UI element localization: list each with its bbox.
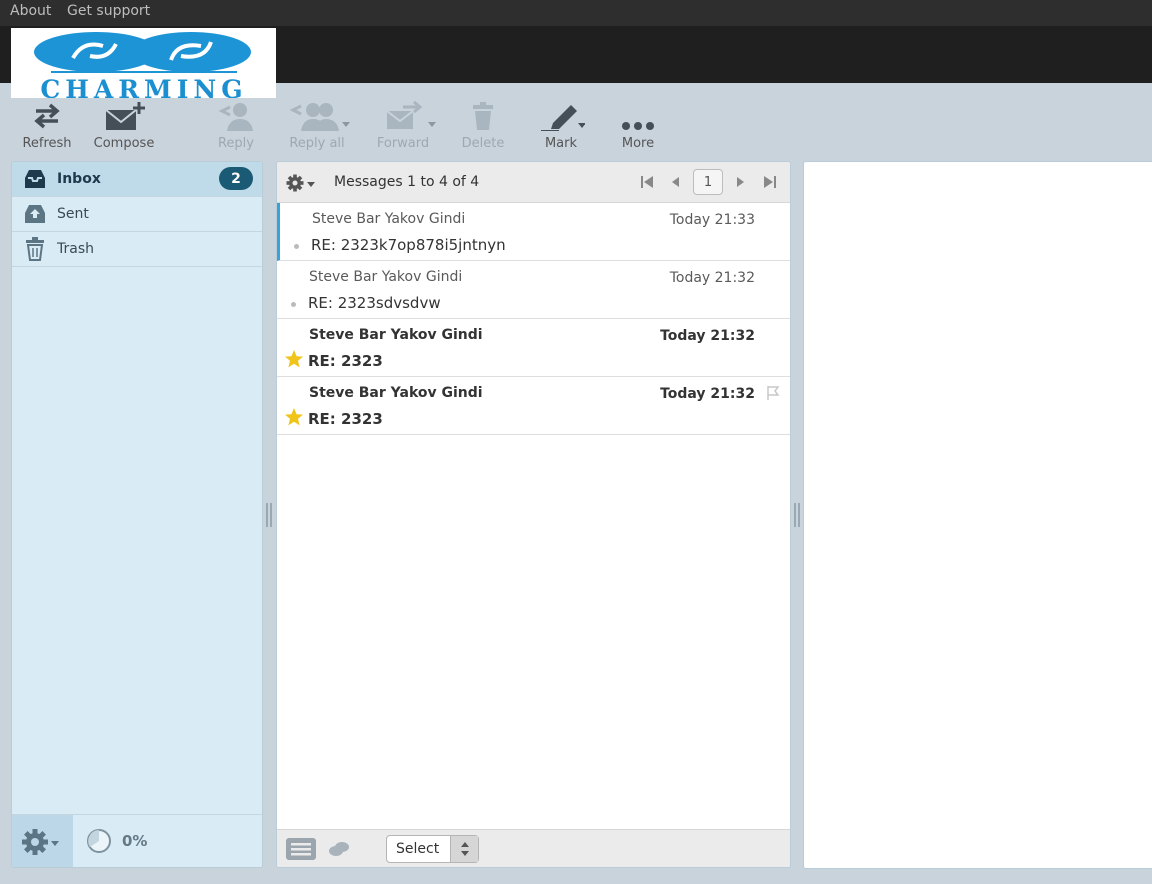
- inbox-icon: [25, 170, 45, 188]
- folder-trash[interactable]: Trash: [12, 232, 262, 267]
- last-page-icon[interactable]: [764, 176, 776, 188]
- message-date: Today 21:33: [669, 212, 755, 228]
- select-dropdown[interactable]: Select: [386, 835, 479, 863]
- about-link[interactable]: About: [10, 3, 51, 19]
- folder-list-panel: Inbox 2 Sent Trash 0%: [11, 161, 263, 868]
- unread-count-badge: 2: [219, 167, 253, 190]
- message-subject: RE: 2323: [308, 410, 383, 428]
- threads-view-icon[interactable]: [329, 840, 351, 858]
- refresh-button[interactable]: Refresh: [17, 100, 77, 151]
- message-sender: Steve Bar Yakov Gindi: [312, 211, 466, 227]
- forward-dropdown-icon[interactable]: [428, 122, 436, 127]
- reply-label: Reply: [217, 136, 254, 151]
- compose-button[interactable]: Compose: [92, 100, 156, 151]
- delete-button[interactable]: Delete: [458, 100, 508, 151]
- folder-settings-button[interactable]: [12, 815, 73, 867]
- message-sender: Steve Bar Yakov Gindi: [309, 327, 483, 343]
- next-page-icon[interactable]: [736, 176, 746, 188]
- folder-inbox[interactable]: Inbox 2: [12, 162, 262, 197]
- forward-label: Forward: [376, 136, 430, 151]
- folder-label: Trash: [57, 241, 94, 257]
- mark-button[interactable]: Mark: [533, 100, 589, 151]
- mark-label: Mark: [544, 136, 578, 151]
- list-view-icon[interactable]: [286, 838, 316, 860]
- message-list-header: Messages 1 to 4 of 4 1: [277, 162, 790, 203]
- quota-pie-icon: [87, 829, 111, 853]
- star-icon[interactable]: [285, 350, 303, 368]
- first-page-icon[interactable]: [641, 176, 653, 188]
- top-links-bar: About Get support: [0, 0, 1152, 26]
- more-icon: [622, 122, 654, 130]
- forward-icon: [386, 101, 423, 129]
- message-date: Today 21:32: [660, 328, 755, 344]
- logo[interactable]: CHARMING: [11, 28, 276, 98]
- flag-icon[interactable]: [766, 385, 782, 401]
- message-sender: Steve Bar Yakov Gindi: [309, 385, 483, 401]
- reply-all-label: Reply all: [289, 136, 345, 151]
- compose-icon: [105, 102, 145, 130]
- star-icon[interactable]: [285, 408, 303, 426]
- trash-icon: [26, 237, 44, 261]
- delete-label: Delete: [461, 136, 505, 151]
- message-row[interactable]: Steve Bar Yakov Gindi Today 21:32 RE: 23…: [277, 377, 790, 435]
- current-page-input[interactable]: 1: [693, 169, 723, 195]
- message-count-text: Messages 1 to 4 of 4: [334, 174, 480, 190]
- select-label: Select: [396, 841, 440, 857]
- reply-all-dropdown-icon[interactable]: [342, 122, 350, 127]
- list-options-gear-icon[interactable]: [286, 173, 318, 193]
- message-subject: RE: 2323k7op878i5jntnyn: [311, 236, 506, 254]
- previous-page-icon[interactable]: [670, 176, 680, 188]
- message-sender: Steve Bar Yakov Gindi: [309, 269, 463, 285]
- quota-value: 0%: [122, 832, 148, 850]
- select-arrows-icon: [450, 836, 478, 862]
- message-subject: RE: 2323: [308, 352, 383, 370]
- message-list-footer: Select: [277, 829, 790, 867]
- folder-sent[interactable]: Sent: [12, 197, 262, 232]
- message-date: Today 21:32: [660, 386, 755, 402]
- forward-button[interactable]: Forward: [372, 100, 436, 151]
- folder-label: Sent: [57, 206, 89, 222]
- folder-splitter-handle[interactable]: [266, 503, 272, 527]
- reply-all-icon: [289, 103, 339, 131]
- status-dot-icon[interactable]: [294, 244, 299, 249]
- folder-footer: 0%: [12, 814, 262, 867]
- reply-icon: [218, 103, 253, 131]
- reply-all-button[interactable]: Reply all: [278, 100, 356, 151]
- logo-text: CHARMING: [40, 75, 248, 98]
- message-list-panel: Messages 1 to 4 of 4 1 Steve Bar Yakov G…: [276, 161, 791, 868]
- message-row[interactable]: Steve Bar Yakov Gindi Today 21:32 RE: 23…: [277, 319, 790, 377]
- quota-display: 0%: [86, 828, 147, 854]
- reply-button[interactable]: Reply: [210, 100, 262, 151]
- refresh-icon: [34, 103, 60, 129]
- message-preview-pane: [803, 161, 1152, 869]
- mark-icon: [541, 105, 585, 131]
- message-subject: RE: 2323sdvsdvw: [308, 294, 441, 312]
- compose-label: Compose: [93, 136, 155, 151]
- list-splitter-handle[interactable]: [794, 503, 800, 527]
- message-date: Today 21:32: [669, 270, 755, 286]
- status-dot-icon[interactable]: [291, 302, 296, 307]
- refresh-label: Refresh: [22, 136, 72, 151]
- more-button[interactable]: More: [612, 100, 664, 151]
- gear-icon: [21, 828, 59, 855]
- message-row[interactable]: Steve Bar Yakov Gindi Today 21:32 RE: 23…: [277, 261, 790, 319]
- message-row[interactable]: Steve Bar Yakov Gindi Today 21:33 RE: 23…: [277, 203, 790, 261]
- delete-icon: [473, 102, 493, 130]
- folder-label: Inbox: [57, 171, 101, 187]
- sent-icon: [25, 205, 45, 223]
- more-label: More: [621, 136, 655, 151]
- get-support-link[interactable]: Get support: [67, 3, 150, 19]
